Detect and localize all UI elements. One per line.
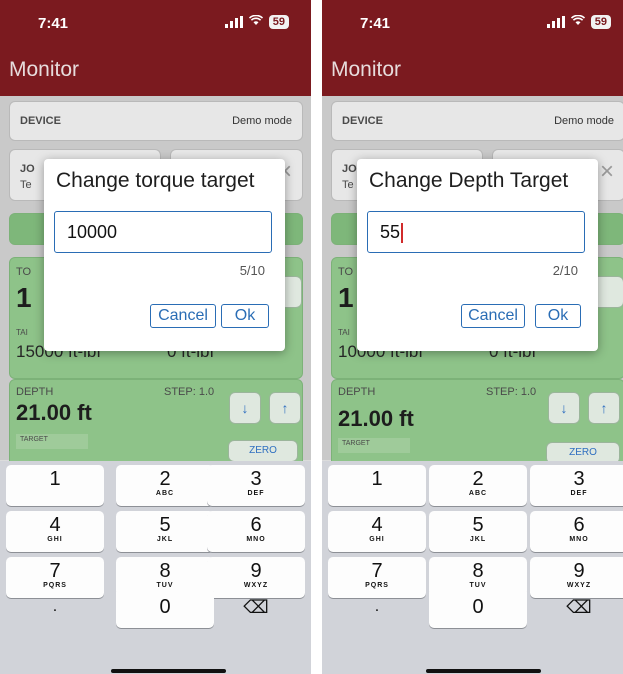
- key-3[interactable]: 3 DEF: [207, 465, 305, 506]
- ok-button[interactable]: Ok: [535, 304, 581, 328]
- close-icon[interactable]: ×: [600, 158, 614, 186]
- device-card: DEVICE Demo mode: [9, 101, 303, 141]
- status-time: 7:41: [38, 15, 69, 32]
- torque-value: 1: [16, 282, 32, 313]
- key-2[interactable]: 2 ABC: [116, 465, 214, 506]
- status-bar: 7:41 59: [322, 0, 623, 44]
- step-label: STEP: 1.0: [486, 386, 537, 398]
- nav-bar: Monitor: [0, 44, 311, 96]
- depth-label: DEPTH: [16, 386, 54, 398]
- torque-target-label: TAI: [16, 328, 28, 337]
- key-0[interactable]: 0: [116, 587, 214, 628]
- key-decimal[interactable]: .: [6, 587, 104, 628]
- key-0[interactable]: 0: [429, 587, 527, 628]
- change-target-dialog: Change Depth Target 55 2/10 Cancel Ok: [357, 159, 598, 351]
- key-2[interactable]: 2 ABC: [429, 465, 527, 506]
- numeric-keypad: 1 2 ABC 3 DEF 4 GHI 5 JKL 6 MNO 7 PQRS 8 TUV 9W…: [0, 461, 311, 674]
- dialog-title: Change torque target: [56, 169, 255, 192]
- target-input-value: 55: [380, 222, 401, 242]
- zero-button[interactable]: ZERO: [228, 440, 298, 462]
- cancel-button[interactable]: Cancel: [461, 304, 525, 328]
- arrow-down-icon[interactable]: ↓: [229, 392, 261, 424]
- device-mode: Demo mode: [232, 115, 292, 127]
- torque-label: TO: [16, 266, 32, 278]
- battery-icon: 59: [268, 14, 289, 29]
- key-5[interactable]: 5 JKL: [429, 511, 527, 552]
- depth-card: DEPTH STEP: 1.0 21.00 ft ↓ ↑ TARGET ZERO: [331, 379, 623, 471]
- char-counter: 5/10: [239, 263, 265, 278]
- screenshot-pair: 7:41 59 Monitor DEVICE Demo mode JO Te T…: [0, 0, 623, 674]
- backspace-icon[interactable]: ⌫: [530, 587, 623, 628]
- key-6[interactable]: 6 MNO: [530, 511, 623, 552]
- battery-icon: 59: [590, 14, 611, 29]
- target-input[interactable]: 10000: [54, 211, 272, 253]
- status-time: 7:41: [360, 15, 391, 32]
- wifi-icon: [570, 14, 585, 29]
- device-card: DEVICE Demo mode: [331, 101, 623, 141]
- job-value: Te: [342, 179, 354, 191]
- depth-card: DEPTH STEP: 1.0 21.00 ft ↓ ↑ TARGET ZERO: [9, 379, 303, 471]
- home-indicator: [426, 669, 541, 673]
- target-input-value: 10000: [67, 222, 118, 242]
- target-input[interactable]: 55: [367, 211, 585, 253]
- page-title: Monitor: [9, 58, 80, 81]
- arrow-down-icon[interactable]: ↓: [548, 392, 580, 424]
- arrow-up-icon[interactable]: ↑: [588, 392, 620, 424]
- key-4[interactable]: 4 GHI: [328, 511, 426, 552]
- torque-label: TO: [338, 266, 354, 278]
- backspace-icon[interactable]: ⌫: [207, 587, 305, 628]
- nav-bar: Monitor: [322, 44, 623, 96]
- wifi-icon: [248, 14, 263, 29]
- depth-target-label: TARGET: [338, 438, 410, 453]
- key-1[interactable]: 1: [328, 465, 426, 506]
- device-label: DEVICE: [342, 115, 383, 127]
- key-3[interactable]: 3 DEF: [530, 465, 623, 506]
- text-cursor: [401, 223, 403, 244]
- key-1[interactable]: 1: [6, 465, 104, 506]
- job-label: JO: [20, 163, 35, 175]
- ok-button[interactable]: Ok: [221, 304, 269, 328]
- signal-icon: [546, 15, 565, 28]
- status-bar: 7:41 59: [0, 0, 311, 44]
- home-indicator: [111, 669, 226, 673]
- phone-screen-torque: 7:41 59 Monitor DEVICE Demo mode JO Te T…: [0, 0, 311, 674]
- device-mode: Demo mode: [554, 115, 614, 127]
- depth-label: DEPTH: [338, 386, 376, 398]
- job-label: JO: [342, 163, 357, 175]
- device-label: DEVICE: [20, 115, 61, 127]
- step-label: STEP: 1.0: [164, 386, 215, 398]
- job-value: Te: [20, 179, 32, 191]
- depth-value: 21.00 ft: [338, 406, 414, 431]
- key-6[interactable]: 6 MNO: [207, 511, 305, 552]
- signal-icon: [224, 15, 243, 28]
- key-4[interactable]: 4 GHI: [6, 511, 104, 552]
- change-target-dialog: Change torque target 10000 5/10 Cancel O…: [44, 159, 285, 351]
- arrow-up-icon[interactable]: ↑: [269, 392, 301, 424]
- depth-value: 21.00 ft: [16, 400, 92, 425]
- key-decimal[interactable]: .: [328, 587, 426, 628]
- page-title: Monitor: [331, 58, 402, 81]
- torque-value: 1: [338, 282, 354, 313]
- torque-target-label: TAI: [338, 328, 350, 337]
- dialog-title: Change Depth Target: [369, 169, 569, 192]
- cancel-button[interactable]: Cancel: [150, 304, 216, 328]
- numeric-keypad: 1 2 ABC 3 DEF 4 GHI 5 JKL 6 MNO 7 PQRS 8 TUV 9W…: [322, 461, 623, 674]
- key-5[interactable]: 5 JKL: [116, 511, 214, 552]
- depth-target-label: TARGET: [16, 434, 88, 449]
- phone-screen-depth: 7:41 59 Monitor DEVICE Demo mode JO Te ×…: [322, 0, 623, 674]
- char-counter: 2/10: [552, 263, 578, 278]
